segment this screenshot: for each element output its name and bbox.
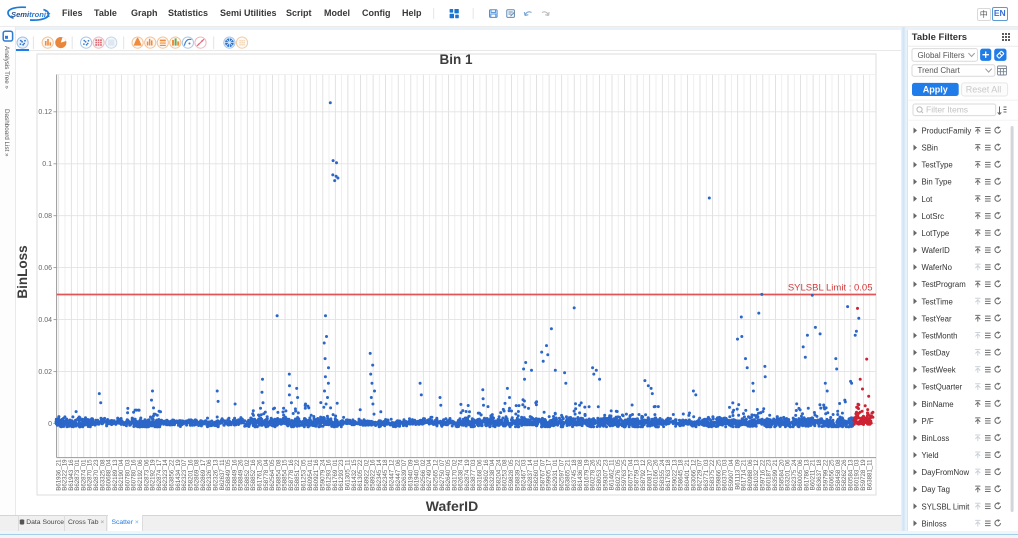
svg-text:0.02: 0.02 bbox=[38, 369, 52, 376]
svg-text:Apply: Apply bbox=[923, 84, 948, 94]
svg-text:TestTime: TestTime bbox=[922, 297, 953, 306]
svg-text:0.12: 0.12 bbox=[38, 109, 52, 116]
svg-text:Global Filters: Global Filters bbox=[918, 50, 965, 59]
svg-text:Semitronix: Semitronix bbox=[11, 10, 51, 19]
svg-text:ProductFamily: ProductFamily bbox=[922, 127, 972, 136]
svg-text:BinLoss: BinLoss bbox=[922, 434, 950, 443]
svg-text:DayFromNow: DayFromNow bbox=[922, 468, 970, 477]
svg-text:TestWeek: TestWeek bbox=[922, 366, 956, 375]
svg-text:WaferID: WaferID bbox=[922, 246, 951, 255]
svg-text:TestType: TestType bbox=[922, 161, 953, 170]
svg-text:TestDay: TestDay bbox=[922, 349, 950, 358]
svg-text:BinLoss: BinLoss bbox=[16, 245, 30, 298]
svg-text:Day Tag: Day Tag bbox=[922, 485, 950, 494]
svg-text:0.06: 0.06 bbox=[38, 265, 52, 272]
svg-text:0.1: 0.1 bbox=[42, 161, 52, 168]
svg-text:0: 0 bbox=[48, 421, 52, 428]
svg-text:TestQuarter: TestQuarter bbox=[922, 383, 963, 392]
svg-text:Binloss: Binloss bbox=[922, 519, 947, 528]
svg-text:TestProgram: TestProgram bbox=[922, 280, 966, 289]
svg-text:LotSrc: LotSrc bbox=[922, 212, 945, 221]
svg-text:0.04: 0.04 bbox=[38, 317, 52, 324]
svg-text:Reset All: Reset All bbox=[966, 84, 1002, 94]
svg-text:SYLSBL Limit: SYLSBL Limit bbox=[922, 502, 971, 511]
svg-text:B63881_11: B63881_11 bbox=[866, 459, 873, 490]
svg-text:TestMonth: TestMonth bbox=[922, 332, 958, 341]
svg-text:TestYear: TestYear bbox=[922, 314, 952, 323]
svg-text:Lot: Lot bbox=[922, 195, 934, 204]
svg-text:Bin 1: Bin 1 bbox=[439, 52, 472, 67]
svg-text:0.08: 0.08 bbox=[38, 213, 52, 220]
svg-text:WaferNo: WaferNo bbox=[922, 263, 953, 272]
svg-text:Yield: Yield bbox=[922, 451, 939, 460]
svg-text:BinName: BinName bbox=[922, 400, 954, 409]
svg-text:Trend Chart: Trend Chart bbox=[918, 66, 961, 75]
svg-text:SYLSBL Limit : 0.05: SYLSBL Limit : 0.05 bbox=[788, 283, 873, 294]
svg-text:Table Filters: Table Filters bbox=[912, 32, 967, 43]
svg-text:LotType: LotType bbox=[922, 229, 950, 238]
svg-text:Bin Type: Bin Type bbox=[922, 178, 952, 187]
svg-text:WaferID: WaferID bbox=[426, 498, 478, 514]
svg-text:Filter Items: Filter Items bbox=[926, 104, 968, 114]
svg-text:SBin: SBin bbox=[922, 144, 938, 153]
svg-text:P/F: P/F bbox=[922, 417, 934, 426]
